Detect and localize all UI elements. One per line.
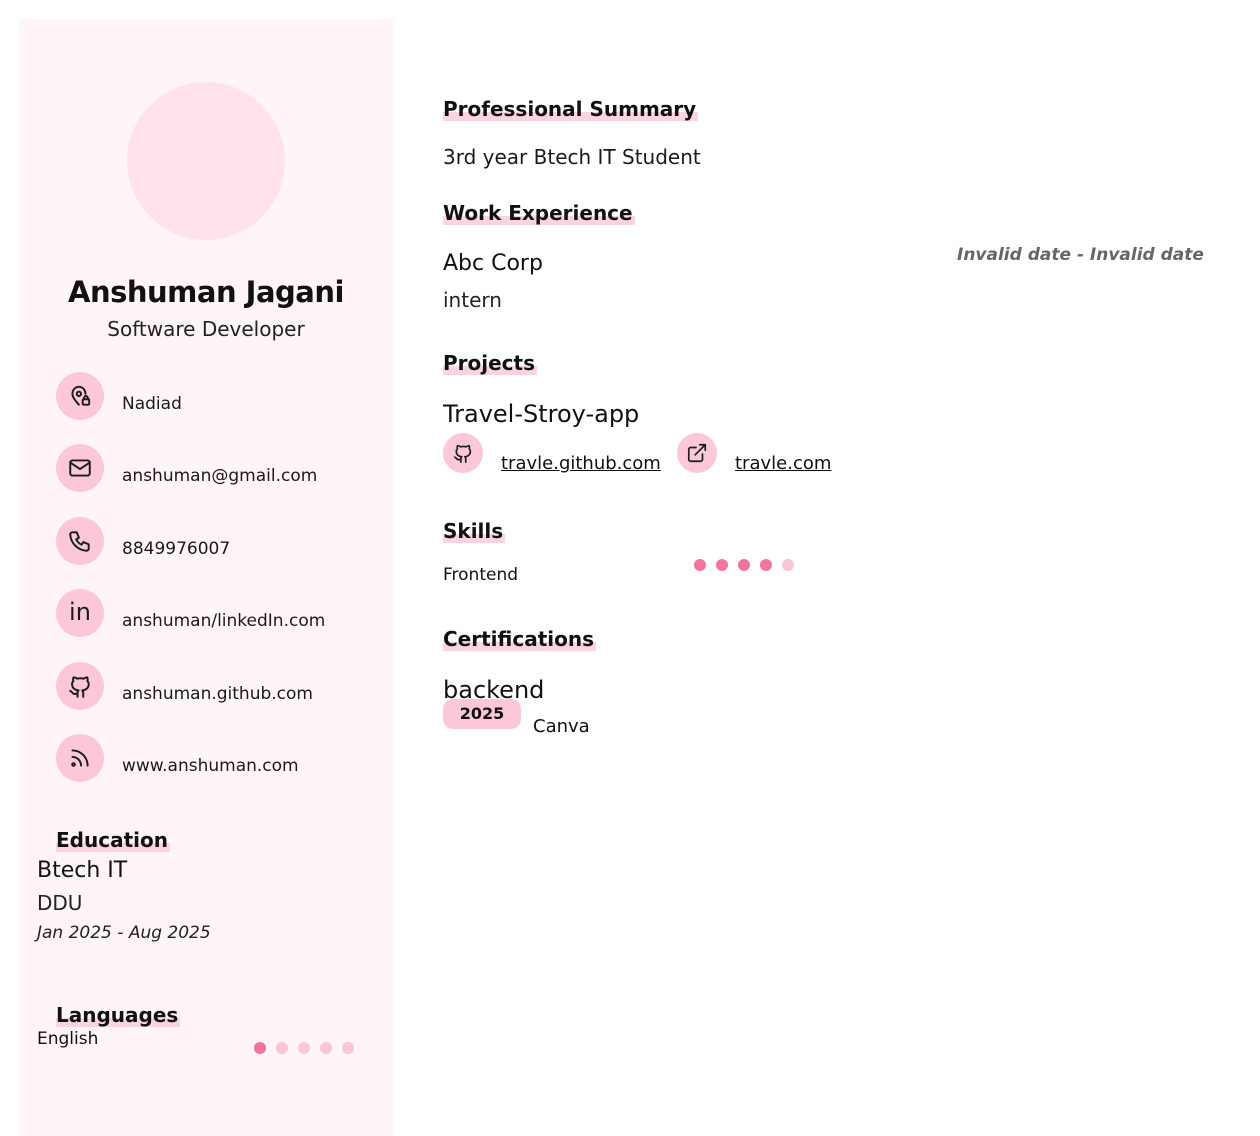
contact-github-text[interactable]: anshuman.github.com bbox=[122, 684, 313, 704]
contact-phone: 8849976007 bbox=[56, 517, 376, 565]
location-icon bbox=[56, 372, 104, 420]
contact-linkedin-text[interactable]: anshuman/linkedIn.com bbox=[122, 611, 325, 631]
github-icon bbox=[443, 433, 483, 473]
certification-year-badge: 2025 bbox=[443, 699, 521, 729]
contact-github: anshuman.github.com bbox=[56, 662, 376, 710]
contact-email: anshuman@gmail.com bbox=[56, 444, 376, 492]
skill-rating bbox=[694, 559, 794, 571]
rss-icon bbox=[56, 734, 104, 782]
rating-dot bbox=[254, 1042, 266, 1054]
education-degree: Btech IT bbox=[37, 858, 128, 883]
projects-heading: Projects bbox=[443, 351, 538, 375]
contact-phone-text[interactable]: 8849976007 bbox=[122, 539, 230, 559]
work-position: intern bbox=[443, 288, 502, 312]
profile-name: Anshuman Jagani bbox=[68, 275, 344, 309]
contact-location-text: Nadiad bbox=[122, 394, 182, 414]
rating-dot bbox=[298, 1042, 310, 1054]
rating-dot bbox=[738, 559, 750, 571]
linkedin-icon: in bbox=[56, 589, 104, 637]
rating-dot bbox=[342, 1042, 354, 1054]
project-title: Travel-Stroy-app bbox=[443, 400, 640, 428]
education-dates: Jan 2025 - Aug 2025 bbox=[37, 923, 211, 943]
github-icon bbox=[56, 662, 104, 710]
rating-dot bbox=[320, 1042, 332, 1054]
contact-website-text[interactable]: www.anshuman.com bbox=[122, 756, 299, 776]
phone-icon bbox=[56, 517, 104, 565]
external-link-icon bbox=[677, 433, 717, 473]
skills-heading: Skills bbox=[443, 519, 506, 543]
work-dates: Invalid date - Invalid date bbox=[957, 245, 1204, 265]
rating-dot bbox=[694, 559, 706, 571]
certifications-heading: Certifications bbox=[443, 627, 596, 651]
project-repo-link[interactable]: travle.github.com bbox=[501, 453, 661, 474]
contact-linkedin: in anshuman/linkedIn.com bbox=[56, 589, 376, 637]
education-heading: Education bbox=[56, 828, 170, 852]
education-school: DDU bbox=[37, 891, 83, 915]
contact-email-text[interactable]: anshuman@gmail.com bbox=[122, 466, 317, 486]
contact-website: www.anshuman.com bbox=[56, 734, 376, 782]
skill-name: Frontend bbox=[443, 565, 519, 585]
summary-text: 3rd year Btech IT Student bbox=[443, 145, 701, 169]
contact-location: Nadiad bbox=[56, 372, 376, 420]
avatar bbox=[127, 82, 285, 240]
sidebar: Anshuman Jagani Software Developer Nadia… bbox=[19, 19, 393, 1136]
language-rating bbox=[254, 1042, 354, 1054]
work-company: Abc Corp bbox=[443, 251, 543, 276]
rating-dot bbox=[276, 1042, 288, 1054]
languages-heading: Languages bbox=[56, 1003, 181, 1027]
work-heading: Work Experience bbox=[443, 201, 635, 225]
mail-icon bbox=[56, 444, 104, 492]
rating-dot bbox=[782, 559, 794, 571]
profile-title: Software Developer bbox=[107, 317, 305, 341]
project-site-link[interactable]: travle.com bbox=[735, 453, 831, 474]
rating-dot bbox=[716, 559, 728, 571]
rating-dot bbox=[760, 559, 772, 571]
language-name: English bbox=[37, 1029, 99, 1049]
certification-issuer: Canva bbox=[533, 716, 590, 737]
summary-heading: Professional Summary bbox=[443, 97, 699, 121]
